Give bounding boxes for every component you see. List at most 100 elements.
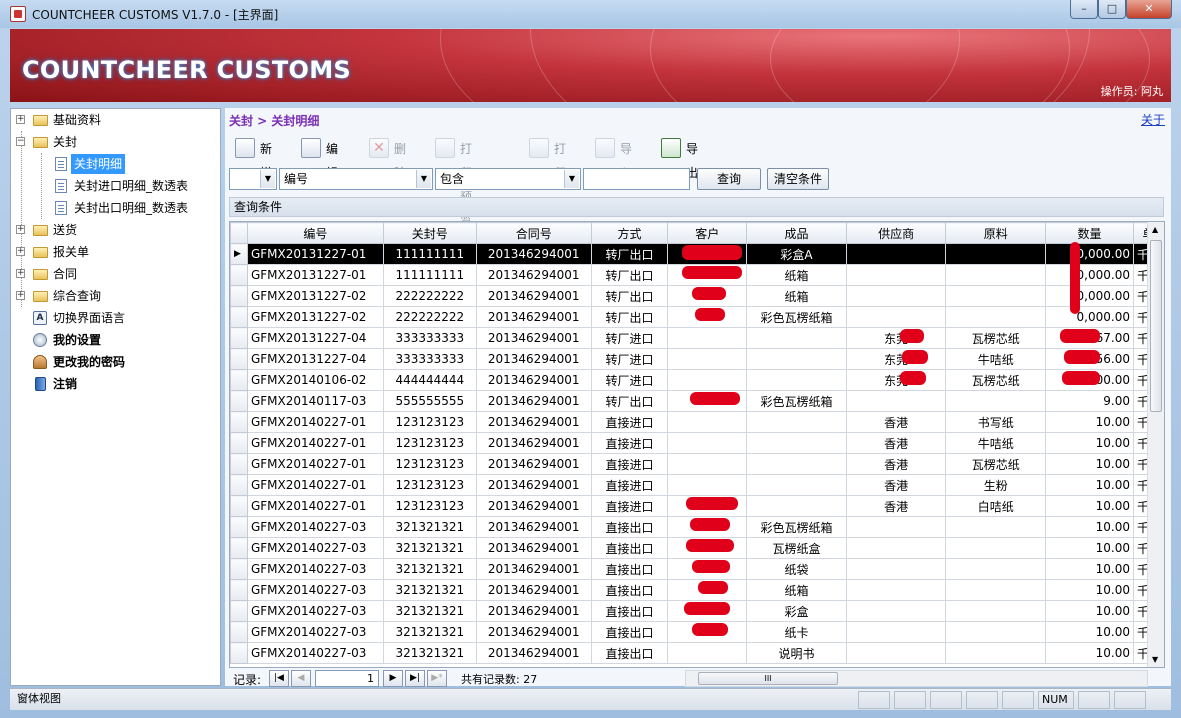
table-cell[interactable]: 201346294001 xyxy=(475,243,592,265)
chevron-down-icon[interactable]: ▼ xyxy=(564,170,579,188)
new-record-icon[interactable]: ▶* xyxy=(427,670,447,687)
table-cell[interactable]: 转厂进口 xyxy=(590,348,669,370)
table-cell[interactable]: GFMX20140227-03 xyxy=(246,558,384,580)
query-button[interactable]: 查询 xyxy=(697,168,761,190)
table-cell[interactable] xyxy=(667,432,748,454)
table-cell[interactable]: 纸箱 xyxy=(746,285,847,307)
table-cell[interactable]: 201346294001 xyxy=(475,474,592,496)
last-record-icon[interactable]: ▶| xyxy=(405,670,425,687)
table-cell[interactable]: 直接出口 xyxy=(590,537,669,559)
table-cell[interactable]: 333333333 xyxy=(382,327,477,349)
table-cell[interactable]: 转厂出口 xyxy=(590,306,669,328)
table-cell[interactable]: 东莞 xyxy=(845,369,947,391)
table-cell[interactable]: 直接进口 xyxy=(590,432,669,454)
tree-item-switch-language[interactable]: A 切换界面语言 xyxy=(11,307,220,329)
scroll-down-icon[interactable]: ▼ xyxy=(1152,655,1158,664)
table-cell[interactable]: GFMX20140117-03 xyxy=(246,390,384,412)
horizontal-scrollbar[interactable]: III xyxy=(685,670,1148,687)
table-cell[interactable]: 说明书 xyxy=(746,642,847,664)
table-cell[interactable]: 生粉 xyxy=(945,474,1047,496)
table-cell[interactable]: 0,000.00 xyxy=(1045,264,1134,286)
table-cell[interactable] xyxy=(746,369,847,391)
table-cell[interactable]: 9.00 xyxy=(1045,390,1134,412)
table-cell[interactable]: 10.00 xyxy=(1045,453,1134,475)
close-button[interactable]: ✕ xyxy=(1126,0,1172,19)
table-cell[interactable] xyxy=(945,621,1047,643)
table-cell[interactable]: 香港 xyxy=(845,495,947,517)
table-cell[interactable] xyxy=(845,621,947,643)
table-cell[interactable]: 牛咭纸 xyxy=(945,348,1047,370)
table-cell[interactable]: 201346294001 xyxy=(475,600,592,622)
table-cell[interactable]: 瓦楞芯纸 xyxy=(945,369,1047,391)
table-row[interactable]: GFMX20140227-01 123123123 201346294001 直接进口… xyxy=(230,474,1164,496)
table-cell[interactable]: 转厂出口 xyxy=(590,264,669,286)
tree-item-import-pivot[interactable]: 关封进口明细_数透表 xyxy=(11,175,220,197)
table-cell[interactable]: 白咭纸 xyxy=(945,495,1047,517)
table-cell[interactable]: 123123123 xyxy=(382,411,477,433)
vertical-scrollbar[interactable]: ▲ ▼ xyxy=(1147,222,1164,667)
row-selector[interactable] xyxy=(230,306,248,328)
table-cell[interactable]: 转厂出口 xyxy=(590,243,669,265)
row-selector[interactable] xyxy=(230,558,248,580)
table-cell[interactable] xyxy=(746,495,847,517)
table-cell[interactable]: 转厂出口 xyxy=(590,285,669,307)
table-cell[interactable]: GFMX20131227-04 xyxy=(246,327,384,349)
table-cell[interactable]: 201346294001 xyxy=(475,621,592,643)
table-cell[interactable]: 10.00 xyxy=(1045,516,1134,538)
table-cell[interactable]: 10.00 xyxy=(1045,495,1134,517)
chevron-down-icon[interactable]: ▼ xyxy=(260,170,275,188)
table-cell[interactable]: 10.00 xyxy=(1045,411,1134,433)
table-cell[interactable] xyxy=(845,537,947,559)
table-cell[interactable]: 彩盒 xyxy=(746,600,847,622)
row-selector[interactable] xyxy=(230,264,248,286)
tree-item-customs-declaration[interactable]: + 报关单 xyxy=(11,241,220,263)
table-cell[interactable] xyxy=(746,411,847,433)
table-cell[interactable] xyxy=(845,642,947,664)
table-cell[interactable]: 201346294001 xyxy=(475,537,592,559)
table-cell[interactable]: 201346294001 xyxy=(475,558,592,580)
row-selector[interactable] xyxy=(230,516,248,538)
table-cell[interactable]: 直接出口 xyxy=(590,642,669,664)
expand-icon[interactable]: + xyxy=(16,225,25,234)
table-cell[interactable]: 201346294001 xyxy=(475,453,592,475)
table-cell[interactable] xyxy=(845,285,947,307)
table-cell[interactable]: GFMX20131227-02 xyxy=(246,306,384,328)
table-row[interactable]: GFMX20140227-03 321321321 201346294001 直接出口… xyxy=(230,579,1164,601)
table-cell[interactable]: 201346294001 xyxy=(475,432,592,454)
table-cell[interactable]: 纸袋 xyxy=(746,558,847,580)
table-cell[interactable]: GFMX20140227-03 xyxy=(246,621,384,643)
table-cell[interactable]: 转厂出口 xyxy=(590,390,669,412)
tree-item-my-settings[interactable]: 我的设置 xyxy=(11,329,220,351)
table-row[interactable]: GFMX20131227-04 333333333 201346294001 转厂进口… xyxy=(230,327,1164,349)
table-cell[interactable]: 香港 xyxy=(845,411,947,433)
table-cell[interactable]: GFMX20140227-03 xyxy=(246,579,384,601)
table-cell[interactable] xyxy=(746,474,847,496)
about-link[interactable]: 关于 xyxy=(1141,111,1165,128)
table-cell[interactable] xyxy=(746,432,847,454)
column-header[interactable]: 供应商 xyxy=(845,222,947,244)
table-cell[interactable] xyxy=(945,306,1047,328)
table-cell[interactable]: 书写纸 xyxy=(945,411,1047,433)
table-cell[interactable]: 222222222 xyxy=(382,285,477,307)
table-cell[interactable]: 转厂进口 xyxy=(590,369,669,391)
table-cell[interactable] xyxy=(945,537,1047,559)
table-cell[interactable]: 555555555 xyxy=(382,390,477,412)
table-cell[interactable] xyxy=(746,327,847,349)
table-cell[interactable]: 彩色瓦楞纸箱 xyxy=(746,306,847,328)
table-cell[interactable] xyxy=(945,285,1047,307)
table-cell[interactable] xyxy=(667,327,748,349)
expand-icon[interactable]: + xyxy=(16,269,25,278)
table-cell[interactable]: 10.00 xyxy=(1045,474,1134,496)
table-cell[interactable] xyxy=(945,390,1047,412)
table-cell[interactable]: 201346294001 xyxy=(475,327,592,349)
table-cell[interactable] xyxy=(945,243,1047,265)
table-cell[interactable] xyxy=(845,579,947,601)
table-cell[interactable]: GFMX20140227-03 xyxy=(246,642,384,664)
scroll-thumb[interactable] xyxy=(1150,240,1162,412)
table-cell[interactable]: 纸箱 xyxy=(746,579,847,601)
row-selector[interactable] xyxy=(230,390,248,412)
table-cell[interactable]: 转厂进口 xyxy=(590,327,669,349)
tree-item-delivery[interactable]: + 送货 xyxy=(11,219,220,241)
table-cell[interactable]: 香港 xyxy=(845,432,947,454)
table-row[interactable]: GFMX20140227-01 123123123 201346294001 直接进口… xyxy=(230,432,1164,454)
